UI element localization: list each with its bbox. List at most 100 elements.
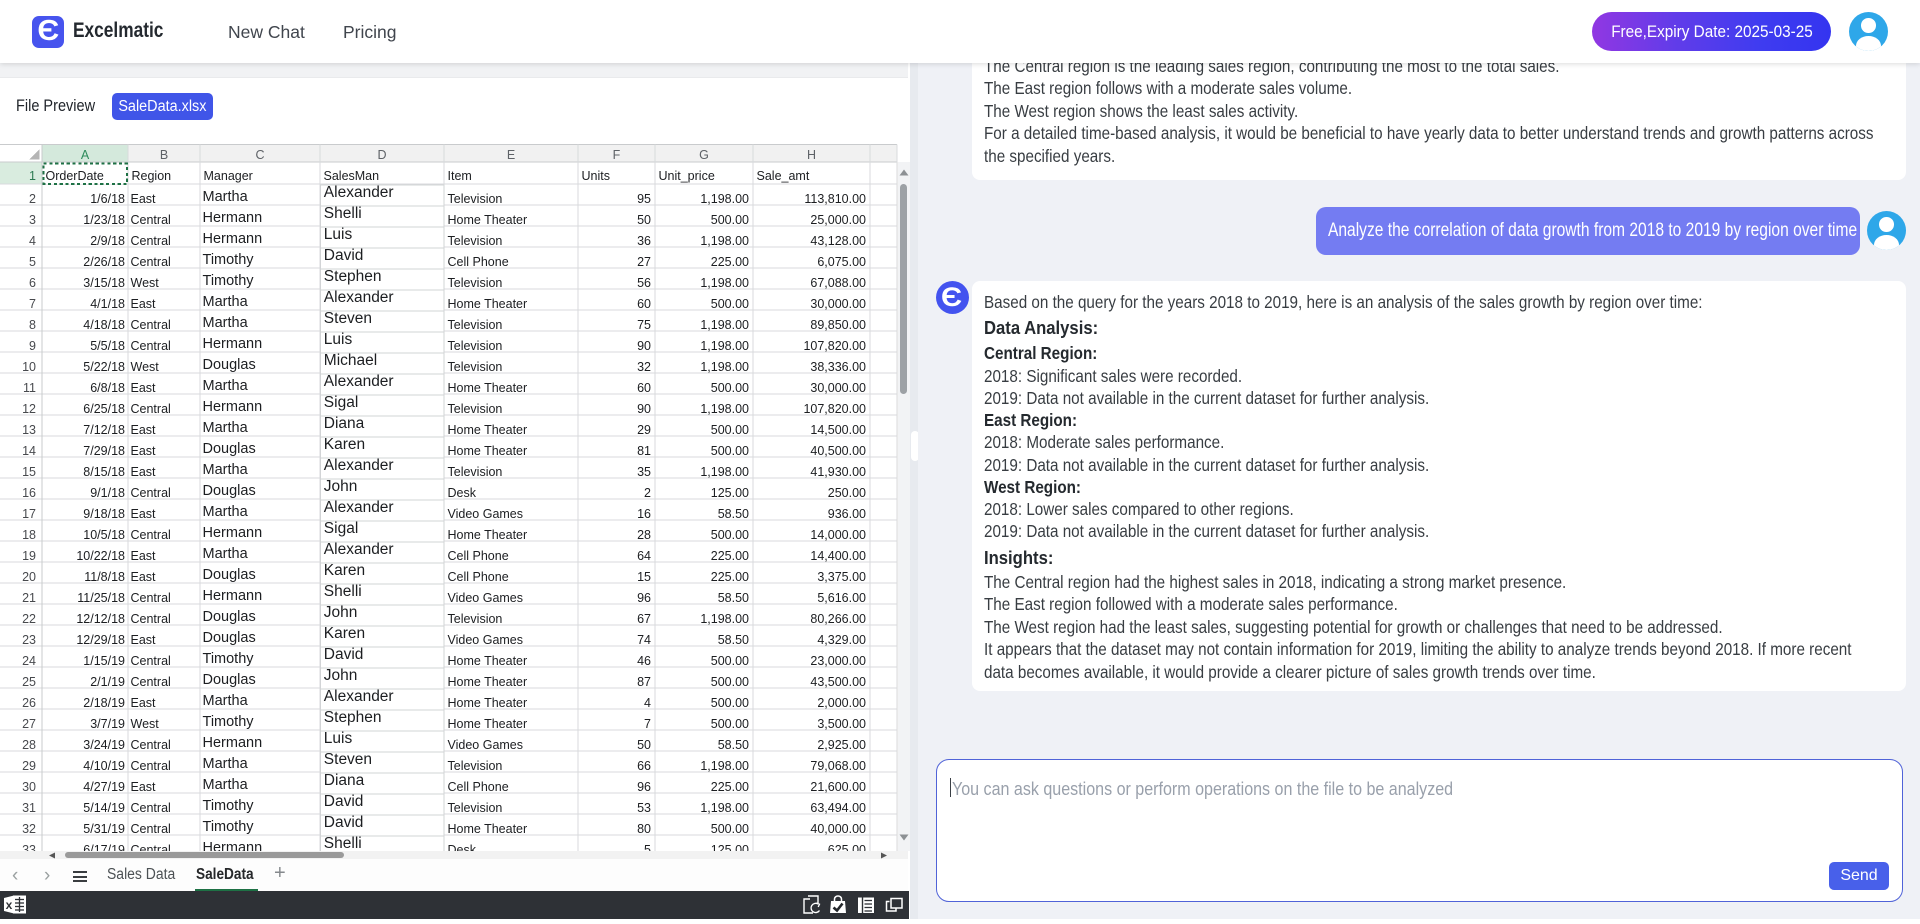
svg-text:12/29/18: 12/29/18	[76, 633, 125, 647]
svg-text:Home Theater: Home Theater	[448, 822, 528, 836]
svg-text:107,820.00: 107,820.00	[803, 339, 866, 353]
svg-text:Timothy: Timothy	[203, 819, 255, 835]
svg-text:500.00: 500.00	[711, 213, 749, 227]
svg-text:Television: Television	[448, 801, 503, 815]
svg-text:25,000.00: 25,000.00	[810, 213, 866, 227]
svg-text:Television: Television	[448, 339, 503, 353]
svg-text:Hermann: Hermann	[203, 336, 263, 352]
svg-text:Alexander: Alexander	[324, 184, 394, 201]
svg-text:Central: Central	[131, 402, 171, 416]
svg-text:East: East	[131, 444, 157, 458]
svg-text:Timothy: Timothy	[203, 714, 255, 730]
svg-text:4: 4	[29, 234, 36, 248]
svg-text:Cell Phone: Cell Phone	[448, 780, 509, 794]
svg-text:1/23/18: 1/23/18	[83, 213, 125, 227]
svg-text:Home Theater: Home Theater	[448, 444, 528, 458]
svg-text:23: 23	[22, 633, 36, 647]
svg-text:50: 50	[637, 738, 651, 752]
svg-text:Steven: Steven	[324, 310, 372, 327]
svg-text:67,088.00: 67,088.00	[810, 276, 866, 290]
svg-text:6: 6	[29, 276, 36, 290]
svg-text:Desk: Desk	[448, 486, 477, 500]
svg-text:Central: Central	[131, 486, 171, 500]
svg-text:East: East	[131, 570, 157, 584]
svg-text:4/10/19: 4/10/19	[83, 759, 125, 773]
svg-text:13: 13	[22, 423, 36, 437]
svg-text:Martha: Martha	[203, 546, 249, 562]
svg-text:1,198.00: 1,198.00	[700, 612, 749, 626]
svg-text:Luis: Luis	[324, 226, 353, 243]
svg-text:Home Theater: Home Theater	[448, 717, 528, 731]
svg-text:Alexander: Alexander	[324, 289, 394, 306]
svg-text:D: D	[377, 148, 386, 162]
svg-text:Karen: Karen	[324, 625, 365, 642]
svg-text:40,500.00: 40,500.00	[810, 444, 866, 458]
svg-text:Television: Television	[448, 759, 503, 773]
svg-text:500.00: 500.00	[711, 654, 749, 668]
svg-text:11/8/18: 11/8/18	[84, 570, 125, 584]
svg-text:Cell Phone: Cell Phone	[448, 549, 509, 563]
svg-text:Desk: Desk	[448, 843, 477, 851]
svg-text:Diana: Diana	[324, 415, 365, 432]
svg-text:Central: Central	[131, 801, 171, 815]
svg-text:David: David	[324, 814, 364, 831]
svg-text:F: F	[613, 148, 621, 162]
svg-text:Central: Central	[131, 822, 171, 836]
svg-text:74: 74	[637, 633, 651, 647]
svg-text:East: East	[131, 696, 157, 710]
svg-text:East: East	[131, 507, 157, 521]
svg-text:1,198.00: 1,198.00	[700, 801, 749, 815]
svg-text:A: A	[81, 148, 90, 162]
svg-text:2: 2	[29, 192, 36, 206]
svg-text:28: 28	[22, 738, 36, 752]
svg-text:Sale_amt: Sale_amt	[757, 169, 810, 183]
svg-text:79,068.00: 79,068.00	[810, 759, 866, 773]
svg-text:15: 15	[637, 570, 651, 584]
svg-text:14,000.00: 14,000.00	[810, 528, 866, 542]
svg-text:4,329.00: 4,329.00	[817, 633, 866, 647]
svg-text:East: East	[131, 381, 157, 395]
svg-text:1,198.00: 1,198.00	[700, 234, 749, 248]
svg-text:H: H	[807, 148, 816, 162]
svg-text:Hermann: Hermann	[203, 588, 263, 604]
svg-text:Manager: Manager	[204, 169, 253, 183]
svg-text:500.00: 500.00	[711, 696, 749, 710]
svg-text:David: David	[324, 247, 364, 264]
svg-text:Alexander: Alexander	[324, 457, 394, 474]
svg-text:8/15/18: 8/15/18	[83, 465, 125, 479]
svg-text:75: 75	[637, 318, 651, 332]
svg-text:Alexander: Alexander	[324, 688, 394, 705]
svg-text:29: 29	[637, 423, 651, 437]
svg-text:10: 10	[22, 360, 36, 374]
svg-text:125.00: 125.00	[711, 486, 749, 500]
svg-text:15: 15	[22, 465, 36, 479]
svg-text:1,198.00: 1,198.00	[700, 276, 749, 290]
svg-text:Hermann: Hermann	[203, 525, 263, 541]
svg-text:35: 35	[637, 465, 651, 479]
svg-text:30,000.00: 30,000.00	[810, 381, 866, 395]
svg-text:3/15/18: 3/15/18	[83, 276, 125, 290]
svg-text:David: David	[324, 793, 364, 810]
svg-text:500.00: 500.00	[711, 717, 749, 731]
svg-text:Douglas: Douglas	[203, 630, 256, 646]
svg-text:Television: Television	[448, 465, 503, 479]
svg-text:20: 20	[22, 570, 36, 584]
svg-text:Cell Phone: Cell Phone	[448, 570, 509, 584]
svg-text:Central: Central	[131, 591, 171, 605]
svg-text:Luis: Luis	[324, 331, 353, 348]
svg-text:6/25/18: 6/25/18	[83, 402, 125, 416]
svg-text:5/22/18: 5/22/18	[83, 360, 125, 374]
svg-text:Timothy: Timothy	[203, 651, 255, 667]
svg-text:6/17/19: 6/17/19	[83, 843, 125, 851]
svg-text:225.00: 225.00	[711, 255, 749, 269]
svg-text:500.00: 500.00	[711, 528, 749, 542]
svg-text:500.00: 500.00	[711, 444, 749, 458]
svg-text:Central: Central	[131, 654, 171, 668]
svg-text:27: 27	[22, 717, 36, 731]
svg-text:96: 96	[637, 780, 651, 794]
svg-text:John: John	[324, 478, 358, 495]
svg-text:Douglas: Douglas	[203, 567, 256, 583]
svg-text:5,616.00: 5,616.00	[817, 591, 866, 605]
svg-text:46: 46	[637, 654, 651, 668]
svg-text:Martha: Martha	[203, 462, 249, 478]
